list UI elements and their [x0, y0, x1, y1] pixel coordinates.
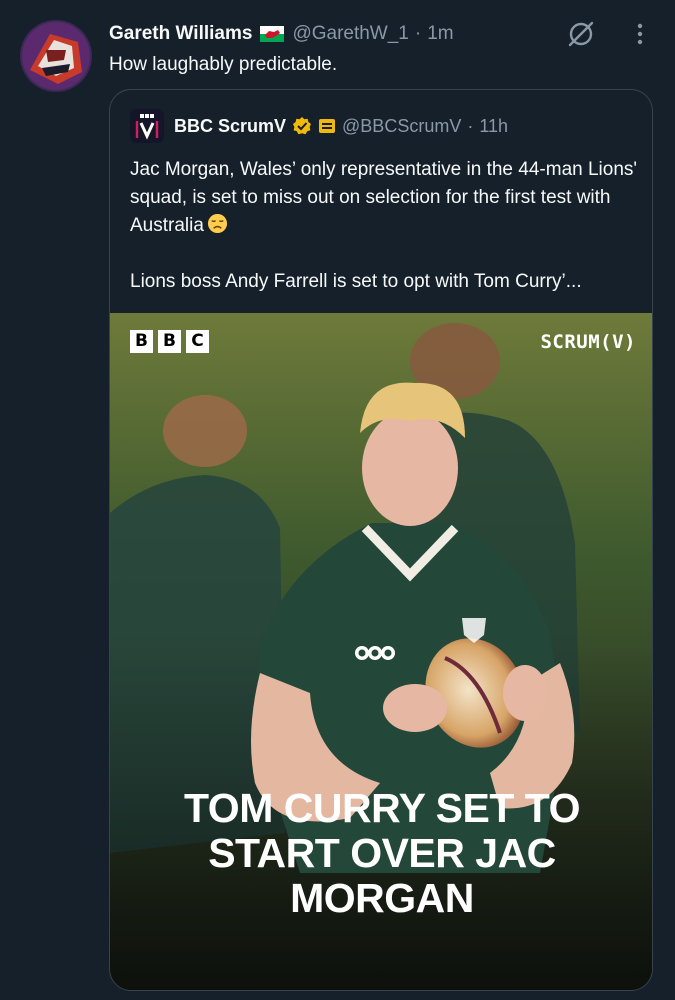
- quoted-author-name[interactable]: BBC ScrumV: [174, 116, 286, 137]
- affiliate-badge-icon: [318, 117, 336, 135]
- separator-dot: ·: [414, 23, 422, 44]
- headline-line: MORGAN: [290, 875, 474, 921]
- verified-gold-badge-icon: [292, 116, 312, 136]
- tweet-text: How laughably predictable.: [109, 54, 338, 75]
- quoted-author-avatar[interactable]: [130, 109, 164, 143]
- tweet-header: Gareth Williams @GarethW_1 · 1m: [109, 20, 454, 48]
- scrumv-logo: SCRUM(V): [540, 331, 636, 353]
- timeline: Gareth Williams @GarethW_1 · 1m How laug…: [0, 0, 675, 1000]
- quoted-tweet-header: BBC ScrumV @BBCScrumV · 11h: [130, 109, 508, 143]
- more-options-icon[interactable]: [626, 18, 654, 50]
- avatar-image: [20, 20, 92, 92]
- quoted-tweet-media-image[interactable]: B B C SCRUM(V) TOM CURRY SET TO START OV…: [110, 313, 652, 990]
- bbc-logo: B B C: [130, 330, 209, 353]
- bbc-logo-letter: B: [130, 330, 153, 353]
- quoted-tweet-text: Jac Morgan, Wales’ only representative i…: [130, 156, 640, 296]
- disappointed-face-emoji: [207, 213, 227, 234]
- wales-flag-icon: [260, 26, 285, 42]
- quoted-author-handle[interactable]: @BBCScrumV: [342, 116, 461, 137]
- bbc-logo-letter: B: [158, 330, 181, 353]
- tweet-time[interactable]: 1m: [427, 20, 453, 48]
- bbc-logo-letter: C: [186, 330, 209, 353]
- author-name[interactable]: Gareth Williams: [109, 20, 252, 48]
- separator-dot: ·: [467, 115, 474, 136]
- quoted-tweet-paragraph: Jac Morgan, Wales’ only representative i…: [130, 156, 640, 240]
- author-handle[interactable]: @GarethW_1: [292, 20, 408, 48]
- image-headline: TOM CURRY SET TO START OVER JAC MORGAN: [110, 785, 652, 921]
- headline-line: TOM CURRY SET TO: [184, 785, 580, 831]
- quoted-tweet-paragraph: Lions boss Andy Farrell is set to opt wi…: [130, 271, 582, 292]
- author-avatar[interactable]: [20, 20, 92, 92]
- quoted-tweet-time[interactable]: 11h: [479, 116, 508, 137]
- quoted-tweet-card[interactable]: BBC ScrumV @BBCScrumV · 11h Jac Morgan, …: [109, 89, 653, 991]
- headline-line: START OVER JAC: [208, 830, 556, 876]
- scrumv-avatar-icon: [135, 114, 159, 140]
- grok-icon[interactable]: [565, 18, 597, 50]
